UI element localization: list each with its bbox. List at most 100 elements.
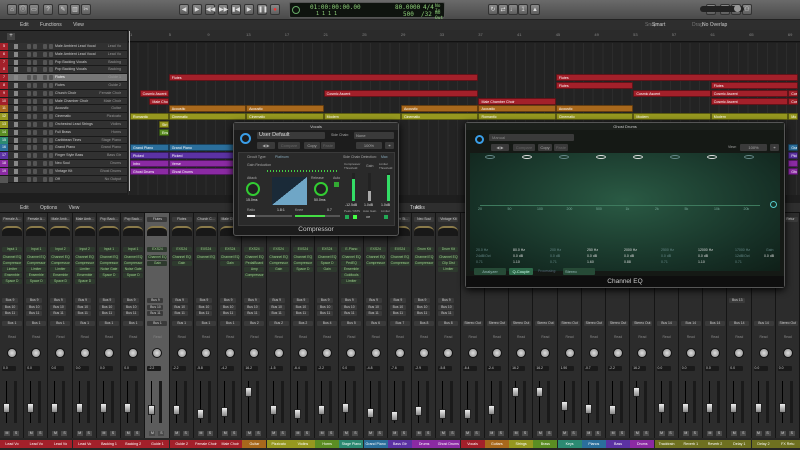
send-slot[interactable]: Bus 13 <box>729 298 746 303</box>
automation-mode[interactable]: Read <box>487 335 507 340</box>
solo-button[interactable] <box>33 51 37 57</box>
region[interactable]: Picked <box>130 152 169 160</box>
track-header[interactable]: 15 Caribbean Tines Stage Piano <box>0 136 127 145</box>
solo-button[interactable]: S <box>546 431 553 436</box>
plugin-slot[interactable]: Compressor <box>365 261 386 266</box>
solo-button[interactable]: S <box>740 431 747 436</box>
channel-name[interactable]: Lead Vo <box>48 440 73 448</box>
eq-thumbnail[interactable] <box>195 226 216 236</box>
pan-knob[interactable] <box>55 348 66 358</box>
solo-button[interactable]: S <box>303 431 310 436</box>
volume-fader[interactable] <box>245 386 253 397</box>
input-monitor-button[interactable] <box>49 129 53 135</box>
mixer-view-menu[interactable]: View <box>69 205 80 211</box>
pan-knob[interactable] <box>637 348 648 358</box>
plugin-slot[interactable]: Channel EQ <box>195 255 216 260</box>
mixer-edit-menu[interactable]: Edit <box>20 205 29 211</box>
send-slot[interactable]: Bus 11 <box>292 311 309 316</box>
region[interactable]: Pick <box>788 152 798 160</box>
mute-button[interactable]: M <box>707 431 714 436</box>
eq-band-frequency[interactable]: 250 Hz <box>587 248 598 252</box>
automation-mode[interactable]: Read <box>341 335 361 340</box>
pan-knob[interactable] <box>661 348 672 358</box>
pan-knob[interactable] <box>225 348 236 358</box>
eq-band-4-icon[interactable] <box>596 155 606 159</box>
record-arm-button[interactable] <box>43 90 47 96</box>
eq-band-gain[interactable]: 0.0 dB <box>624 254 634 258</box>
eq-band-gain[interactable]: 0.0 dB <box>513 254 523 258</box>
volume-fader[interactable] <box>512 386 520 397</box>
track-header[interactable]: 17 Finger Style Bass Bass Gtr <box>0 152 127 160</box>
plugin-slot[interactable]: Compressor <box>2 261 22 266</box>
setting-button[interactable]: Vintage Kit <box>438 217 459 222</box>
send-slot[interactable]: Bus 9 <box>74 298 91 303</box>
eq-band-gain[interactable]: 0.0 dB <box>587 254 597 258</box>
region[interactable]: Cos <box>788 97 798 105</box>
channel-name[interactable]: Brass <box>533 440 558 448</box>
track-header[interactable]: 7 Flutes Guide 1 <box>0 74 127 82</box>
region[interactable]: Flutes <box>555 74 798 82</box>
master-volume-slider[interactable] <box>700 5 744 12</box>
plugin-slot[interactable]: PedalBoard <box>244 261 265 266</box>
mute-button[interactable]: M <box>28 431 35 436</box>
mute-button[interactable]: M <box>416 431 423 436</box>
ratio-slider[interactable] <box>247 215 292 217</box>
automation-mode[interactable]: Read <box>560 335 580 340</box>
region[interactable]: Cosmic Ascent <box>710 89 789 97</box>
automation-mode[interactable]: Read <box>681 335 701 340</box>
knee-slider[interactable] <box>295 215 340 217</box>
mute-button[interactable] <box>27 129 31 135</box>
channel-name[interactable]: Pizzicato <box>266 440 291 448</box>
plugin-slot[interactable]: Space D <box>292 267 313 272</box>
input-slot[interactable]: Drum Kit <box>438 247 459 252</box>
send-slot[interactable]: Bus 10 <box>341 304 358 310</box>
pan-knob[interactable] <box>443 348 454 358</box>
input-slot[interactable]: EXS24 <box>292 247 313 252</box>
send-slot[interactable]: Bus 10 <box>26 304 43 310</box>
record-arm-button[interactable] <box>43 137 47 143</box>
plugin-slot[interactable]: Compressor <box>268 261 289 266</box>
eq-thumbnail[interactable] <box>414 226 435 236</box>
solo-button[interactable]: S <box>594 431 601 436</box>
volume-fader[interactable] <box>778 403 786 413</box>
plugin-slot[interactable]: Space D <box>50 279 71 284</box>
track-header[interactable]: 13 Orchestral Lead Strings Violins <box>0 121 127 129</box>
channel-name[interactable]: Lead Vo <box>72 440 97 448</box>
eq-copy-button[interactable]: Copy <box>538 144 552 151</box>
pan-knob[interactable] <box>322 348 333 358</box>
eq-band-7-icon[interactable] <box>707 155 717 159</box>
region[interactable]: Modern <box>633 113 711 121</box>
track-header[interactable]: Off No Output <box>0 175 127 184</box>
mute-button[interactable] <box>27 90 31 96</box>
mute-button[interactable] <box>27 114 31 120</box>
plugin-slot[interactable]: Ensemble <box>2 273 22 278</box>
volume-fader[interactable] <box>366 407 374 418</box>
plugin-slot[interactable]: Space D <box>98 273 119 278</box>
output-slot[interactable]: Bus 1 <box>26 321 47 326</box>
replace-icon[interactable]: ⇄ <box>498 4 508 15</box>
eq-band-gain[interactable]: 0.0 dB <box>550 254 560 258</box>
output-slot[interactable]: Bus 7 <box>389 321 410 326</box>
automation-mode[interactable]: Read <box>50 335 70 340</box>
solo-button[interactable]: S <box>449 431 456 436</box>
mute-button[interactable]: M <box>149 431 156 436</box>
plugin-slot[interactable]: Channel EQ <box>74 255 95 260</box>
rms-button[interactable] <box>353 215 357 219</box>
setting-button[interactable]: Female A... <box>2 217 22 222</box>
smart-controls-icon[interactable]: ✎ <box>58 4 68 15</box>
solo-button[interactable] <box>33 75 37 81</box>
input-slot[interactable]: Input 1 <box>2 247 22 252</box>
volume-fader[interactable] <box>196 408 204 419</box>
automation-mode[interactable]: Read <box>754 335 774 340</box>
plugin-slot[interactable]: Channel EQ <box>220 255 241 260</box>
solo-button[interactable]: S <box>61 431 68 436</box>
pan-knob[interactable] <box>394 348 405 358</box>
channel-name[interactable]: Ghost Drums <box>436 440 461 448</box>
input-monitor-button[interactable] <box>49 67 53 73</box>
input-monitor-button[interactable] <box>49 137 53 143</box>
send-slot[interactable]: Bus 10 <box>414 304 431 310</box>
setting-button[interactable]: Neo Soul <box>414 217 435 222</box>
send-slot[interactable]: Bus 11 <box>244 311 261 316</box>
eq-thumbnail[interactable] <box>123 226 144 236</box>
eq-thumbnail[interactable] <box>171 226 192 236</box>
